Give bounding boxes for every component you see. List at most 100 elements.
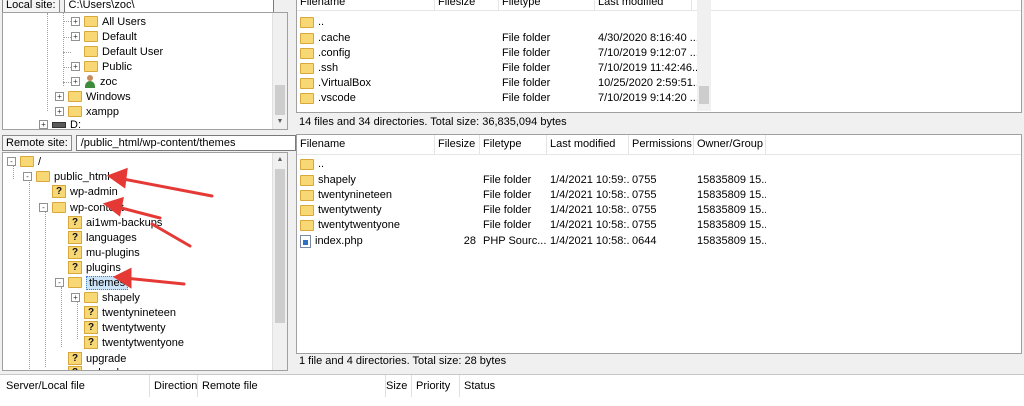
local-file-list[interactable]: Filename Filesize Filetype Last modified… bbox=[296, 0, 1022, 113]
file-permissions: 0755 bbox=[632, 219, 657, 231]
collapse-icon[interactable]: - bbox=[39, 203, 48, 212]
file-row[interactable]: .ssh File folder 7/10/2019 11:42:46... bbox=[297, 60, 1021, 76]
scroll-up-arrow-icon[interactable]: ▲ bbox=[273, 153, 287, 167]
expand-icon[interactable]: + bbox=[71, 293, 80, 302]
file-row[interactable]: .VirtualBox File folder 10/25/2020 2:59:… bbox=[297, 75, 1021, 91]
remote-tree-item-themes[interactable]: - themes bbox=[55, 275, 129, 290]
col-filesize[interactable]: Filesize bbox=[435, 135, 480, 155]
remote-file-list[interactable]: Filename Filesize Filetype Last modified… bbox=[296, 134, 1022, 354]
queue-col-priority[interactable]: Priority bbox=[412, 375, 460, 397]
remote-tree-item-twentytwentyone[interactable]: ? twentytwentyone bbox=[84, 335, 184, 350]
local-list-scrollbar[interactable] bbox=[697, 0, 711, 111]
col-filetype[interactable]: Filetype bbox=[499, 0, 595, 11]
file-row[interactable]: .config File folder 7/10/2019 9:12:07 ..… bbox=[297, 45, 1021, 61]
file-row[interactable]: twentytwenty File folder 1/4/2021 10:58:… bbox=[297, 202, 1021, 218]
file-row[interactable]: twentytwentyone File folder 1/4/2021 10:… bbox=[297, 217, 1021, 233]
remote-tree-item-upgrade[interactable]: ? upgrade bbox=[68, 351, 126, 366]
file-name: .VirtualBox bbox=[318, 77, 371, 89]
folder-icon bbox=[300, 189, 314, 201]
expand-icon[interactable]: + bbox=[39, 120, 48, 129]
folder-icon bbox=[300, 16, 314, 28]
remote-tree-item-uploads[interactable]: ? uploads bbox=[68, 365, 125, 370]
local-tree-item-all-users[interactable]: + All Users bbox=[71, 14, 146, 29]
remote-path-input[interactable]: /public_html/wp-content/themes bbox=[75, 135, 296, 151]
expand-icon[interactable]: + bbox=[71, 62, 80, 71]
file-row[interactable]: .. bbox=[297, 156, 1021, 172]
expand-icon[interactable]: + bbox=[71, 77, 80, 86]
remote-tree-item-twentytwenty[interactable]: ? twentytwenty bbox=[84, 320, 166, 335]
drive-icon bbox=[52, 121, 66, 128]
remote-tree-item-public-html[interactable]: - public_html bbox=[23, 169, 110, 184]
remote-tree-pane[interactable]: - / - public_html ? wp-admin - wp-conten… bbox=[2, 152, 288, 371]
expand-icon[interactable]: + bbox=[55, 107, 64, 116]
col-last-modified[interactable]: Last modified bbox=[547, 135, 629, 155]
tree-item-label: public_html bbox=[54, 170, 110, 183]
queue-col-size[interactable]: Size bbox=[386, 375, 412, 397]
local-tree-item-zoc[interactable]: + zoc bbox=[71, 74, 117, 89]
file-name: .. bbox=[318, 16, 325, 28]
col-filesize[interactable]: Filesize bbox=[435, 0, 499, 11]
collapse-icon[interactable]: - bbox=[55, 278, 64, 287]
scrollbar-thumb[interactable] bbox=[275, 85, 285, 115]
file-row[interactable]: twentynineteen File folder 1/4/2021 10:5… bbox=[297, 187, 1021, 203]
file-name: .ssh bbox=[318, 62, 339, 74]
folder-icon bbox=[84, 61, 98, 72]
tree-item-label: twentynineteen bbox=[102, 306, 176, 319]
remote-tree-item-root[interactable]: - / bbox=[7, 154, 41, 169]
tree-item-label: mu-plugins bbox=[86, 246, 140, 259]
queue-col-status[interactable]: Status bbox=[460, 375, 520, 397]
col-filetype[interactable]: Filetype bbox=[480, 135, 547, 155]
unknown-folder-icon: ? bbox=[84, 321, 98, 334]
remote-tree-item-wp-admin[interactable]: ? wp-admin bbox=[52, 184, 118, 199]
file-modified: 7/10/2019 9:14:20 ... bbox=[598, 92, 699, 104]
col-filename[interactable]: Filename bbox=[297, 0, 435, 11]
scroll-down-arrow-icon[interactable]: ▼ bbox=[273, 115, 287, 129]
local-tree-item-windows[interactable]: + Windows bbox=[55, 89, 131, 104]
tree-item-label: xampp bbox=[86, 105, 120, 118]
tree-item-label: Public bbox=[102, 60, 132, 73]
folder-icon bbox=[68, 106, 82, 117]
local-tree-scrollbar[interactable]: ▼ bbox=[272, 13, 287, 129]
remote-tree-scrollbar[interactable]: ▲ bbox=[272, 153, 287, 370]
file-row[interactable]: index.php 28 PHP Sourc... 1/4/2021 10:58… bbox=[297, 233, 1021, 249]
expand-icon[interactable]: + bbox=[55, 92, 64, 101]
col-filename[interactable]: Filename bbox=[297, 135, 435, 155]
user-icon bbox=[84, 75, 96, 88]
local-file-list-header: Filename Filesize Filetype Last modified bbox=[297, 0, 1021, 11]
remote-tree-item-plugins[interactable]: ? plugins bbox=[68, 260, 121, 275]
scrollbar-thumb[interactable] bbox=[275, 169, 285, 323]
col-permissions[interactable]: Permissions bbox=[629, 135, 694, 155]
file-row[interactable]: .cache File folder 4/30/2020 8:16:40 ... bbox=[297, 30, 1021, 46]
remote-tree-item-mu-plugins[interactable]: ? mu-plugins bbox=[68, 245, 140, 260]
col-last-modified[interactable]: Last modified bbox=[595, 0, 692, 11]
remote-tree-item-languages[interactable]: ? languages bbox=[68, 230, 137, 245]
remote-tree-item-wp-content[interactable]: - wp-content bbox=[39, 200, 124, 215]
file-name: .vscode bbox=[318, 92, 356, 104]
local-tree-item-d-drive[interactable]: + D: bbox=[39, 117, 81, 129]
local-tree-item-default[interactable]: + Default bbox=[71, 29, 137, 44]
local-tree-item-default-user[interactable]: Default User bbox=[71, 44, 163, 59]
queue-col-direction[interactable]: Direction bbox=[150, 375, 198, 397]
queue-col-remote-file[interactable]: Remote file bbox=[198, 375, 386, 397]
file-row[interactable]: shapely File folder 1/4/2021 10:59:... 0… bbox=[297, 172, 1021, 188]
local-tree-pane[interactable]: + All Users + Default Default User + Pub… bbox=[2, 12, 288, 130]
expand-icon[interactable]: + bbox=[71, 17, 80, 26]
remote-tree-item-twentynineteen[interactable]: ? twentynineteen bbox=[84, 305, 176, 320]
file-name: index.php bbox=[315, 235, 363, 247]
collapse-icon[interactable]: - bbox=[7, 157, 16, 166]
queue-col-server-local[interactable]: Server/Local file bbox=[0, 375, 150, 397]
unknown-folder-icon: ? bbox=[68, 366, 82, 370]
remote-file-list-header: Filename Filesize Filetype Last modified… bbox=[297, 135, 1021, 155]
unknown-folder-icon: ? bbox=[84, 336, 98, 349]
local-tree-item-public[interactable]: + Public bbox=[71, 59, 132, 74]
expand-icon[interactable]: + bbox=[71, 32, 80, 41]
scrollbar-thumb[interactable] bbox=[699, 86, 709, 104]
remote-tree-item-ai1wm-backups[interactable]: ? ai1wm-backups bbox=[68, 215, 162, 230]
collapse-icon[interactable]: - bbox=[23, 172, 32, 181]
col-owner-group[interactable]: Owner/Group bbox=[694, 135, 766, 155]
remote-tree-item-shapely[interactable]: + shapely bbox=[71, 290, 140, 305]
file-row[interactable]: .. bbox=[297, 14, 1021, 30]
file-permissions: 0644 bbox=[632, 235, 657, 247]
file-row[interactable]: .vscode File folder 7/10/2019 9:14:20 ..… bbox=[297, 90, 1021, 106]
tree-item-label: shapely bbox=[102, 291, 140, 304]
